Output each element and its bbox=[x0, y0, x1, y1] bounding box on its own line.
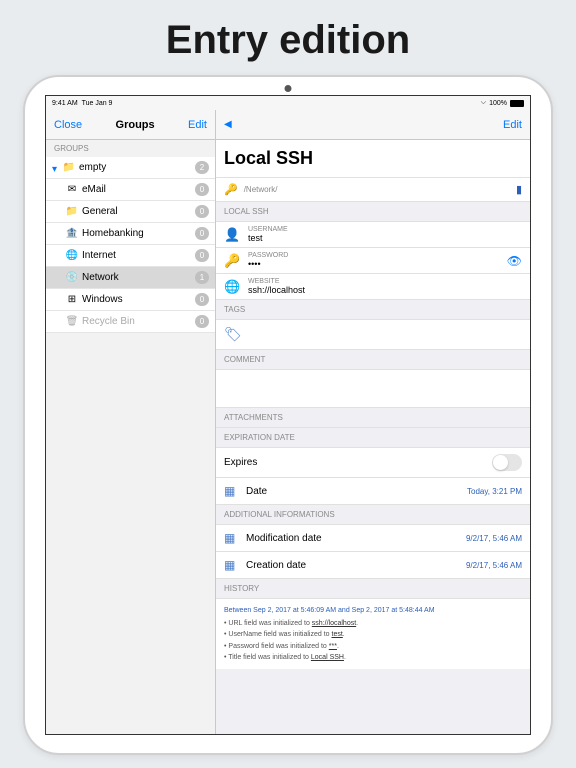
screen: 9:41 AM Tue Jan 9 ⌵ 100% Close Groups Ed… bbox=[45, 95, 531, 735]
modification-date-row: ▦ Modification date 9/2/17, 5:46 AM bbox=[216, 525, 530, 552]
folder-icon: 🌐 bbox=[66, 250, 78, 262]
user-icon: 👤 bbox=[224, 227, 240, 243]
status-bar: 9:41 AM Tue Jan 9 ⌵ 100% bbox=[46, 96, 530, 110]
section-tags: TAGS bbox=[216, 300, 530, 320]
camera-dot bbox=[285, 85, 292, 92]
expires-row: Expires bbox=[216, 448, 530, 478]
calendar-icon: ▦ bbox=[224, 558, 238, 572]
section-additional: ADDITIONAL INFORMATIONS bbox=[216, 505, 530, 525]
group-label: Network bbox=[82, 272, 191, 283]
detail-pane: ◀ Edit Local SSH 🔑 /Network/ ▮ LOCAL SSH… bbox=[216, 110, 530, 734]
reveal-password-icon[interactable]: 👁 bbox=[507, 254, 522, 268]
section-local-ssh: LOCAL SSH bbox=[216, 202, 530, 222]
back-button[interactable]: ◀ bbox=[224, 119, 232, 130]
key-icon: 🔑 bbox=[224, 183, 238, 196]
folder-icon: 💿 bbox=[66, 272, 78, 284]
battery-icon bbox=[510, 100, 524, 107]
group-label: General bbox=[82, 206, 191, 217]
group-label: Windows bbox=[82, 294, 191, 305]
section-comment: COMMENT bbox=[216, 350, 530, 370]
creation-date-row: ▦ Creation date 9/2/17, 5:46 AM bbox=[216, 552, 530, 579]
count-badge: 2 bbox=[195, 161, 209, 174]
section-expiration: EXPIRATION DATE bbox=[216, 428, 530, 448]
globe-icon: 🌐 bbox=[224, 279, 240, 295]
tags-row[interactable]: 🏷 bbox=[216, 320, 530, 350]
edit-button[interactable]: Edit bbox=[188, 119, 207, 131]
count-badge: 0 bbox=[195, 293, 209, 306]
group-label: Internet bbox=[82, 250, 191, 261]
folder-icon[interactable]: ▮ bbox=[516, 183, 522, 196]
groups-section-header: GROUPS bbox=[46, 140, 215, 157]
close-button[interactable]: Close bbox=[54, 119, 82, 131]
password-value: •••• bbox=[248, 259, 499, 269]
group-item-email[interactable]: ✉ eMail 0 bbox=[46, 179, 215, 201]
group-item-homebanking[interactable]: 🏦 Homebanking 0 bbox=[46, 223, 215, 245]
password-row[interactable]: 🔑 PASSWORD •••• 👁 bbox=[216, 248, 530, 274]
calendar-icon: ▦ bbox=[224, 484, 238, 498]
group-item-network[interactable]: 💿 Network 1 bbox=[46, 267, 215, 289]
section-attachments: ATTACHMENTS bbox=[216, 408, 530, 428]
count-badge: 0 bbox=[195, 205, 209, 218]
group-item-general[interactable]: 📁 General 0 bbox=[46, 201, 215, 223]
count-badge: 1 bbox=[195, 271, 209, 284]
group-label: empty bbox=[79, 162, 191, 173]
history-line: • Title field was initialized to Local S… bbox=[224, 652, 522, 663]
history-content: Between Sep 2, 2017 at 5:46:09 AM and Se… bbox=[216, 599, 530, 669]
count-badge: 0 bbox=[195, 183, 209, 196]
history-line: • UserName field was initialized to test… bbox=[224, 629, 522, 640]
website-value: ssh://localhost bbox=[248, 285, 522, 295]
count-badge: 0 bbox=[195, 227, 209, 240]
sidebar-header: Close Groups Edit bbox=[46, 110, 215, 140]
count-badge: 0 bbox=[195, 249, 209, 262]
folder-icon: 🏦 bbox=[66, 228, 78, 240]
detail-header: ◀ Edit bbox=[216, 110, 530, 140]
expires-switch[interactable] bbox=[492, 454, 522, 471]
calendar-icon: ▦ bbox=[224, 531, 238, 545]
username-value: test bbox=[248, 233, 522, 243]
folder-icon: ⊞ bbox=[66, 294, 78, 306]
username-row[interactable]: 👤 USERNAME test bbox=[216, 222, 530, 248]
folder-icon: 📁 bbox=[66, 206, 78, 218]
wifi-icon: ⌵ bbox=[481, 99, 486, 107]
sidebar: Close Groups Edit GROUPS ▾ 📁 empty 2 ✉ eMail 0… bbox=[46, 110, 216, 734]
website-row[interactable]: 🌐 WEBSITE ssh://localhost bbox=[216, 274, 530, 300]
comment-area[interactable] bbox=[216, 370, 530, 408]
group-label: eMail bbox=[82, 184, 191, 195]
group-item-internet[interactable]: 🌐 Internet 0 bbox=[46, 245, 215, 267]
folder-icon: 📁 bbox=[63, 162, 75, 174]
folder-icon: 🗑 bbox=[66, 316, 78, 328]
ipad-frame: 9:41 AM Tue Jan 9 ⌵ 100% Close Groups Ed… bbox=[23, 75, 553, 755]
count-badge: 0 bbox=[195, 315, 209, 328]
group-label: Homebanking bbox=[82, 228, 191, 239]
chevron-down-icon: ▾ bbox=[52, 164, 59, 171]
hero-title: Entry edition bbox=[0, 0, 576, 75]
entry-title: Local SSH bbox=[216, 140, 530, 178]
breadcrumb: /Network/ bbox=[244, 185, 510, 194]
folder-icon: ✉ bbox=[66, 184, 78, 196]
password-icon: 🔑 bbox=[224, 253, 240, 269]
section-history: HISTORY bbox=[216, 579, 530, 599]
breadcrumb-row: 🔑 /Network/ ▮ bbox=[216, 178, 530, 202]
history-line: • Password field was initialized to ***. bbox=[224, 641, 522, 652]
edit-entry-button[interactable]: Edit bbox=[503, 119, 522, 131]
group-item-recycle-bin[interactable]: 🗑 Recycle Bin 0 bbox=[46, 311, 215, 333]
tag-icon: 🏷 bbox=[224, 326, 242, 343]
sidebar-title: Groups bbox=[116, 119, 155, 131]
group-item-windows[interactable]: ⊞ Windows 0 bbox=[46, 289, 215, 311]
group-item-empty[interactable]: ▾ 📁 empty 2 bbox=[46, 157, 215, 179]
date-row[interactable]: ▦ Date Today, 3:21 PM bbox=[216, 478, 530, 505]
history-line: • URL field was initialized to ssh://loc… bbox=[224, 618, 522, 629]
group-label: Recycle Bin bbox=[82, 316, 191, 327]
